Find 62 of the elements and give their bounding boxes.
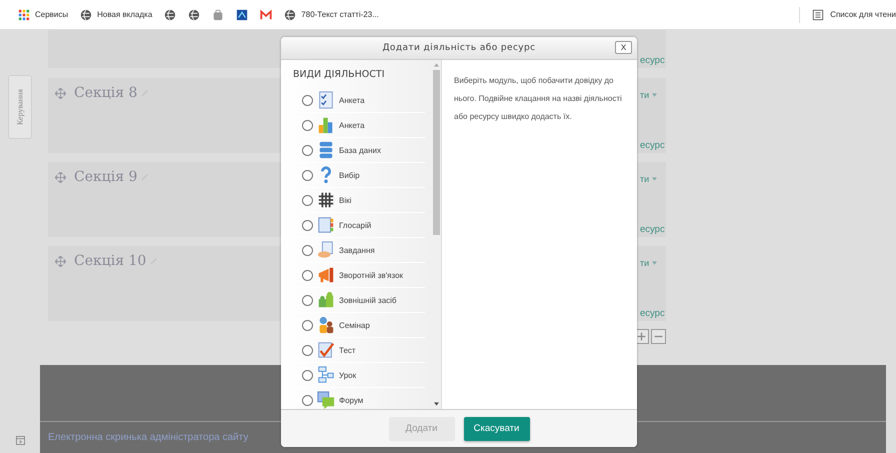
megaphone-icon (317, 266, 335, 284)
list-heading: ВИДИ ДІЯЛЬНОСТІ (292, 68, 386, 82)
radio-button[interactable] (302, 220, 313, 230)
radio-button[interactable] (302, 270, 313, 280)
section-title: Секція 8 (74, 85, 138, 101)
apps-icon[interactable] (18, 8, 30, 20)
radio-button[interactable] (302, 370, 313, 380)
chat-bubbles-icon (317, 391, 335, 409)
radio-button[interactable] (302, 344, 313, 356)
bar-chart-icon (317, 116, 335, 134)
activity-label[interactable]: Глосарій (339, 220, 372, 230)
database-icon (317, 141, 335, 159)
globe-icon[interactable] (164, 8, 176, 20)
puzzle-piece-icon (317, 291, 335, 309)
activity-label[interactable]: Форум (339, 396, 364, 404)
bookmark-link[interactable]: Новая вкладка (97, 10, 152, 19)
dock-icon[interactable] (16, 436, 24, 445)
bookmark-link[interactable]: Сервисы (35, 10, 68, 19)
activity-label[interactable]: База даних (339, 146, 381, 154)
activity-label[interactable]: Зовнішній засіб (339, 296, 397, 304)
globe-icon[interactable] (284, 8, 296, 20)
checklist-icon (317, 91, 335, 109)
radio-button[interactable] (302, 144, 313, 156)
radio-button[interactable] (302, 94, 313, 106)
scroll-down-icon[interactable] (434, 402, 438, 406)
activity-label[interactable]: Завдання (339, 246, 375, 254)
close-button[interactable]: X (615, 41, 632, 54)
flowchart-icon (317, 366, 335, 384)
document-icon (317, 216, 335, 234)
globe-icon[interactable] (188, 8, 200, 20)
app-icon[interactable] (236, 8, 248, 20)
activity-label[interactable]: Анкета (339, 96, 365, 104)
section-title: Секція 10 (74, 253, 146, 269)
dialog-title: Додати діяльність або ресурс (382, 43, 536, 53)
radio-button[interactable] (302, 194, 313, 206)
activity-label[interactable]: Зворотній зв'язок (339, 270, 404, 280)
activity-label[interactable]: Урок (339, 370, 356, 380)
bookmark-link[interactable]: 780-Текст статті-23... (301, 10, 379, 19)
radio-button[interactable] (302, 244, 313, 256)
plus-icon (635, 330, 648, 343)
reading-list-link[interactable]: Список для чтени (830, 10, 896, 19)
collapse-button[interactable] (651, 329, 666, 344)
hand-document-icon (317, 241, 335, 259)
list-icon[interactable] (812, 8, 824, 20)
help-text: Виберіть модуль, щоб побачити довідку до нього. Подвійне клацання на назві діяльності або ресурсу швидко додасть їх. (454, 75, 623, 123)
cancel-button[interactable]: Скасувати (464, 416, 530, 440)
checkmark-document-icon (317, 341, 335, 359)
activity-label[interactable]: Тест (339, 346, 356, 354)
radio-button[interactable] (302, 394, 313, 406)
globe-icon[interactable] (80, 8, 92, 20)
radio-button[interactable] (302, 170, 313, 180)
activity-label[interactable]: Вікі (339, 196, 352, 204)
activity-label[interactable]: Вибір (339, 170, 360, 180)
scrollbar[interactable] (431, 60, 441, 409)
activity-label[interactable]: Анкета (339, 120, 365, 130)
people-icon (317, 316, 335, 334)
radio-button[interactable] (302, 294, 313, 306)
radio-button[interactable] (302, 120, 313, 130)
section-title: Секція 9 (74, 169, 138, 185)
radio-button[interactable] (302, 320, 313, 330)
activity-label[interactable]: Семінар (339, 320, 370, 330)
bag-icon[interactable] (212, 8, 224, 20)
